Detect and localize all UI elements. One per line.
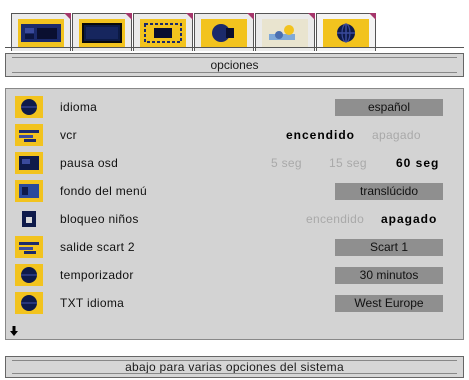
menu-row-bloqueo[interactable]: bloqueo niños encendido apagado [6,205,463,233]
tab-marker [186,13,193,20]
menu-label-txt-idioma: TXT idioma [60,296,125,310]
menu-row-pausa-osd[interactable]: pausa osd 5 seg 15 seg 60 seg [6,149,463,177]
menu-row-idioma[interactable]: idioma español [6,93,463,121]
tab-tuning[interactable] [255,13,315,51]
timer-globe-icon [15,264,43,286]
idioma-value[interactable]: español [335,98,443,116]
menu-row-fondo[interactable]: fondo del menú translúcido [6,177,463,205]
tab-marker [308,13,315,20]
menu-label-idioma: idioma [60,100,98,114]
globe-icon [15,96,43,118]
help-bar: abajo para varias opciones del sistema [5,356,464,378]
vcr-option-apagado[interactable]: apagado [372,128,421,142]
screen-icon [79,18,125,47]
tab-marker [64,13,71,20]
pausa-osd-option-5[interactable]: 5 seg [271,156,302,170]
tab-options[interactable] [316,13,376,51]
scart-icon [15,236,43,258]
options-panel: idioma español vcr encendido apagado pau… [5,88,464,340]
menu-row-scart[interactable]: salide scart 2 Scart 1 [6,233,463,261]
menu-title-bar: opciones [5,53,464,77]
scart-value[interactable]: Scart 1 [335,238,443,256]
menu-row-temporizador[interactable]: temporizador 30 minutos [6,261,463,289]
osd-timer-icon [15,152,43,174]
child-lock-icon [15,208,43,230]
scroll-down-arrow-icon[interactable] [10,326,18,336]
tab-marker [247,13,254,20]
menu-label-fondo: fondo del menú [60,184,147,198]
menu-row-vcr[interactable]: vcr encendido apagado [6,121,463,149]
tab-screen[interactable] [72,13,132,51]
menu-row-txt-idioma[interactable]: TXT idioma West Europe [6,289,463,317]
pausa-osd-option-15[interactable]: 15 seg [329,156,367,170]
tab-sound[interactable] [194,13,254,51]
menu-background-icon [15,180,43,202]
vcr-option-encendido[interactable]: encendido [286,128,355,142]
menu-label-vcr: vcr [60,128,77,142]
sound-icon [201,18,247,47]
tuning-icon [262,18,308,47]
tab-format[interactable] [133,13,193,51]
menu-label-scart: salide scart 2 [60,240,135,254]
help-text: abajo para varias opciones del sistema [125,360,344,374]
menu-label-bloqueo: bloqueo niños [60,212,139,226]
tab-bar [5,4,464,51]
options-globe-icon [323,18,369,47]
picture-settings-icon [18,18,64,47]
tab-marker [369,13,376,20]
fondo-value[interactable]: translúcido [335,182,443,200]
page-title: opciones [210,58,259,72]
teletext-globe-icon [15,292,43,314]
vcr-icon [15,124,43,146]
menu-label-temporizador: temporizador [60,268,134,282]
bloqueo-option-encendido[interactable]: encendido [306,212,364,226]
temporizador-value[interactable]: 30 minutos [335,266,443,284]
tab-divider [5,47,464,48]
tab-picture[interactable] [11,13,71,51]
bloqueo-option-apagado[interactable]: apagado [381,212,437,226]
pausa-osd-option-60[interactable]: 60 seg [396,156,439,170]
menu-label-pausa-osd: pausa osd [60,156,119,170]
txt-idioma-value[interactable]: West Europe [335,294,443,312]
image-format-icon [140,18,186,47]
tab-marker [125,13,132,20]
